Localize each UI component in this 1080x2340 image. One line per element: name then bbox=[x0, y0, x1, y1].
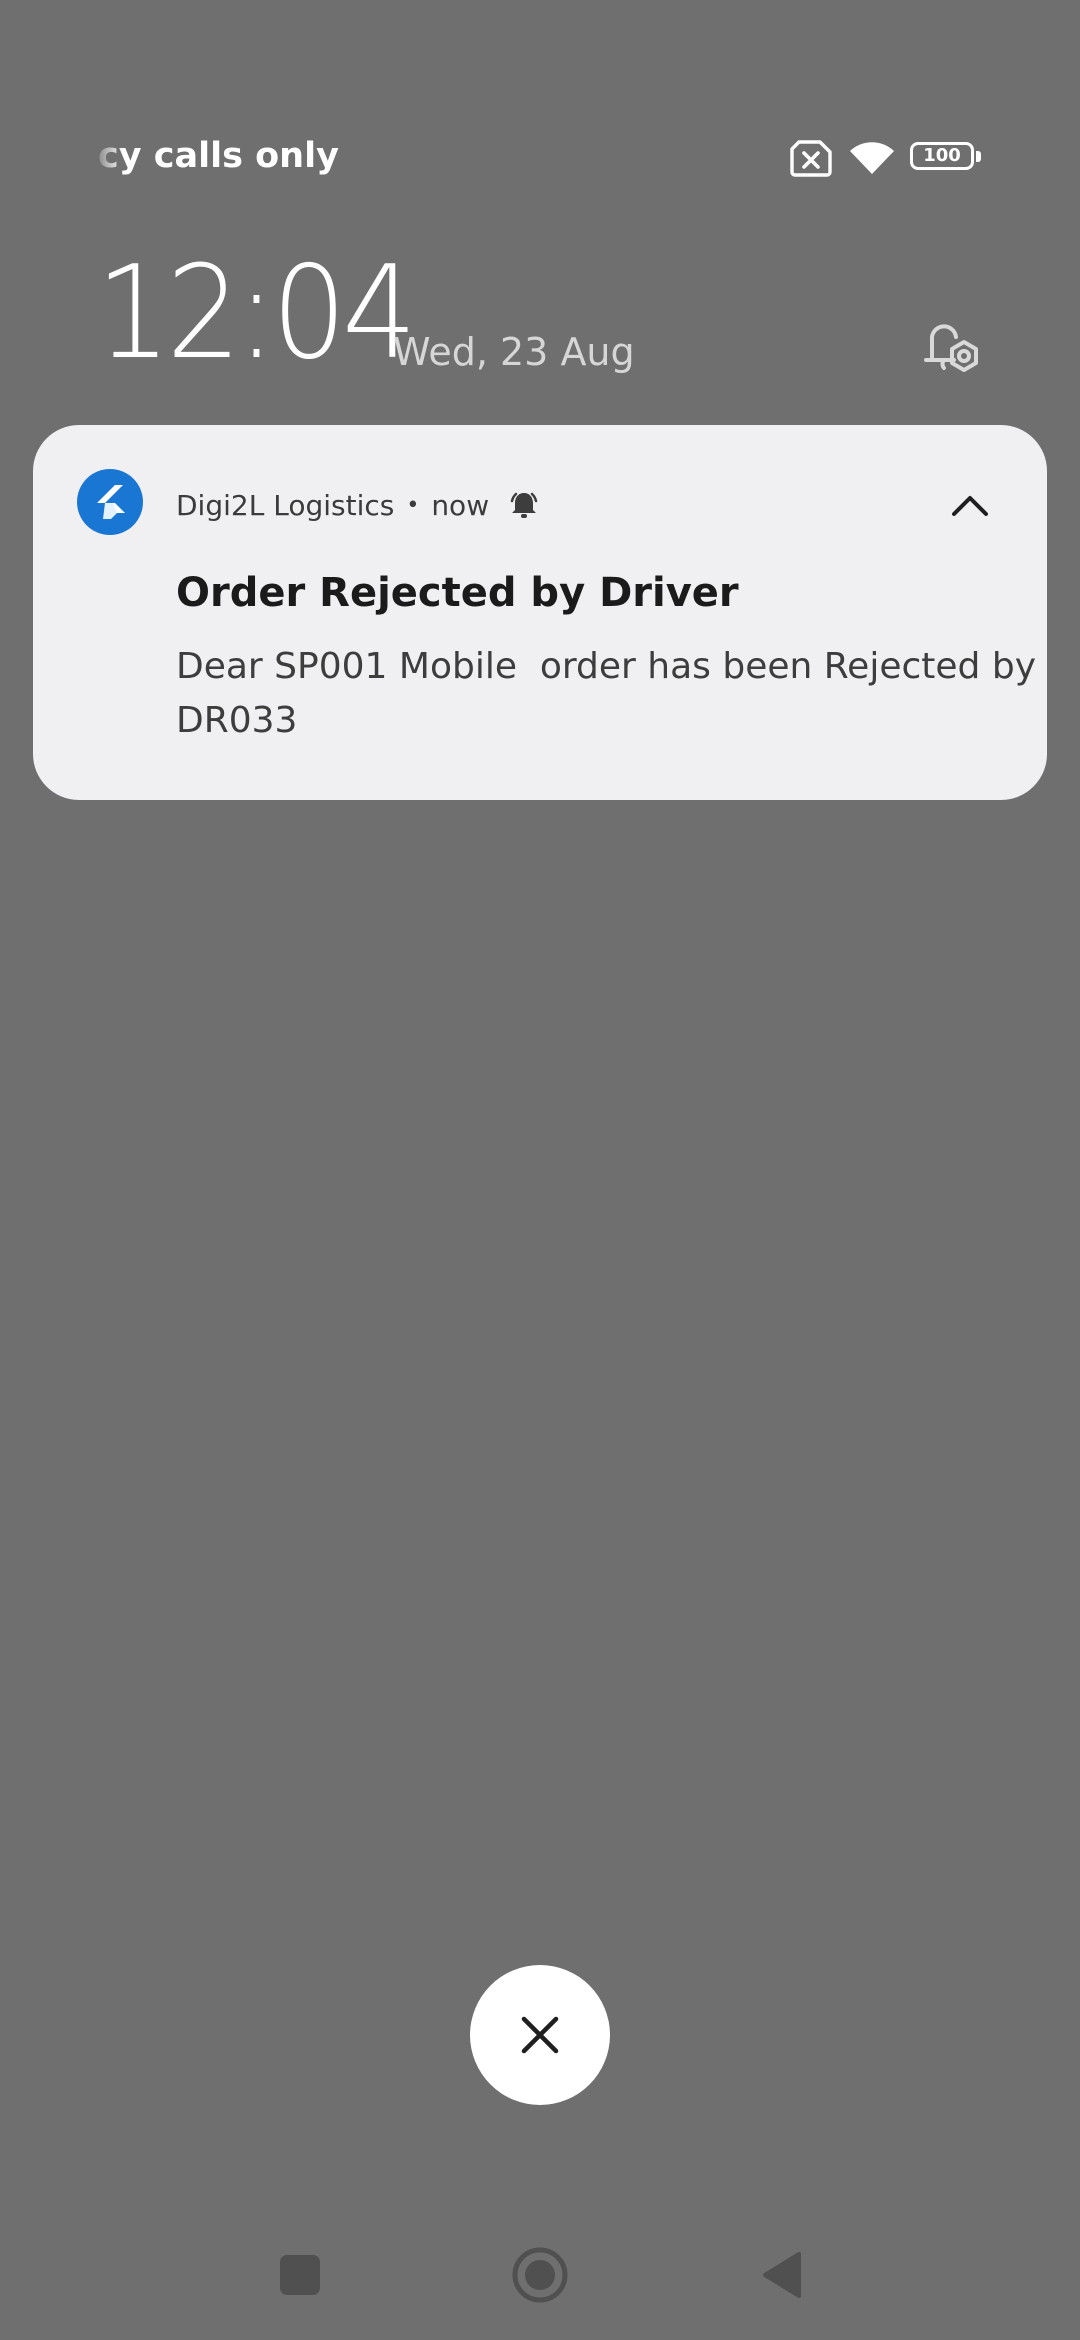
back-button[interactable] bbox=[735, 2230, 825, 2320]
wifi-icon bbox=[850, 142, 894, 174]
notification-card[interactable]: Digi2L Logistics • now Order Rejected by… bbox=[33, 425, 1047, 800]
notification-title: Order Rejected by Driver bbox=[176, 570, 739, 616]
status-bar: cy calls only 100 bbox=[0, 0, 1080, 220]
back-triangle-icon bbox=[763, 2252, 801, 2298]
no-sim-icon bbox=[790, 140, 832, 177]
lock-clock: 12:04 bbox=[96, 239, 417, 388]
clear-notifications-button[interactable] bbox=[470, 1965, 610, 2105]
notification-settings-icon[interactable] bbox=[914, 310, 986, 382]
app-name: Digi2L Logistics bbox=[176, 488, 395, 522]
home-circle-icon bbox=[512, 2247, 568, 2303]
square-icon bbox=[280, 2255, 320, 2295]
notification-time: now bbox=[431, 488, 490, 522]
battery-level: 100 bbox=[923, 145, 961, 166]
home-button[interactable] bbox=[495, 2230, 585, 2320]
recents-button[interactable] bbox=[255, 2230, 345, 2320]
notification-body: Dear SP001 Mobile order has been Rejecte… bbox=[176, 646, 1048, 741]
battery-icon: 100 bbox=[910, 142, 982, 174]
navigation-bar bbox=[0, 2230, 1080, 2320]
close-icon bbox=[521, 2016, 559, 2054]
chevron-up-icon[interactable] bbox=[940, 480, 1000, 530]
status-icons: 100 bbox=[790, 138, 990, 180]
lock-date: Wed, 23 Aug bbox=[393, 330, 635, 374]
flutter-app-icon bbox=[77, 469, 143, 535]
carrier-status-text: cy calls only bbox=[98, 136, 339, 176]
bell-icon bbox=[510, 492, 538, 518]
notification-header: Digi2L Logistics • now bbox=[176, 485, 541, 525]
header-separator: • bbox=[406, 492, 420, 518]
